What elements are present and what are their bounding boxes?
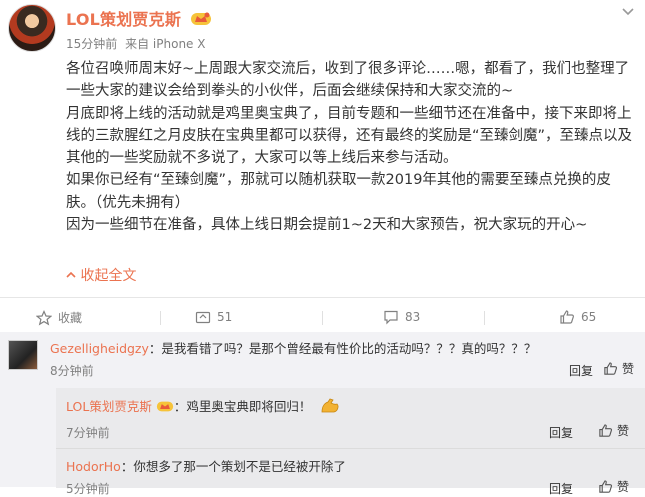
reply-text: ：鸡里奥宝典即将回归！ [173, 399, 312, 414]
comment-button[interactable]: 83 [383, 309, 420, 325]
post-content: 各位召唤师周末好~上周跟大家交流后，收到了很多评论……嗯，都看了，我们也整理了一… [66, 61, 633, 234]
like-label: 赞 [617, 424, 630, 438]
reply-list: LOL策划贾克斯 ：鸡里奥宝典即将回归！ 7分钟前 回复 赞 HodorHo：你… [56, 388, 645, 496]
divider [56, 448, 645, 449]
chevron-up-icon [66, 271, 76, 278]
comment-icon [384, 310, 398, 325]
reply: HodorHo：你想多了那一个策划不是已经被开除了 [66, 456, 346, 475]
reply-button[interactable]: 回复 [549, 424, 573, 441]
like-button[interactable]: 赞 [603, 360, 634, 377]
collapse-button[interactable]: 收起全文 [66, 265, 136, 285]
comment-section: Gezelligheidgzy：是我看错了吗？是那个曾经最有性价比的活动吗？？？… [0, 332, 645, 496]
thumbs-up-icon [604, 362, 618, 375]
like-label: 赞 [622, 362, 635, 376]
action-bar: 收藏 51 83 65 [0, 305, 645, 333]
post-time[interactable]: 15分钟前 [66, 37, 117, 51]
forward-button[interactable]: 51 [195, 309, 232, 325]
divider [0, 297, 645, 298]
divider [484, 311, 485, 325]
commenter-name[interactable]: Gezelligheidgzy [50, 341, 149, 356]
like-count: 65 [581, 310, 597, 324]
comment-time: 8分钟前 [50, 364, 94, 378]
comment: Gezelligheidgzy：是我看错了吗？是那个曾经最有性价比的活动吗？？？… [50, 338, 536, 357]
collapse-label: 收起全文 [80, 268, 137, 284]
thumbs-up-icon [560, 310, 574, 324]
reply-button[interactable]: 回复 [569, 362, 593, 379]
divider [322, 311, 323, 325]
like-button[interactable]: 赞 [598, 422, 629, 439]
reply-button[interactable]: 回复 [549, 480, 573, 497]
flexed-biceps-icon [321, 398, 339, 413]
reply-time: 5分钟前 [66, 482, 110, 496]
chevron-down-icon[interactable] [621, 4, 635, 18]
comment-count: 83 [405, 310, 421, 324]
forward-icon [195, 311, 211, 324]
favorite-button[interactable]: 收藏 [36, 309, 82, 326]
vip-crown-icon [190, 12, 211, 25]
replier-name[interactable]: LOL策划贾克斯 [66, 399, 152, 414]
reply-text: ：你想多了那一个策划不是已经被开除了 [120, 459, 346, 474]
post-source: 来自 iPhone X [125, 37, 206, 51]
like-button[interactable]: 65 [559, 309, 596, 325]
reply: LOL策划贾克斯 ：鸡里奥宝典即将回归！ [66, 396, 341, 415]
vip-crown-icon [156, 401, 173, 412]
comment-text: ：是我看错了吗？是那个曾经最有性价比的活动吗？？？真的吗？？？ [148, 341, 537, 356]
commenter-avatar[interactable] [8, 340, 38, 370]
forward-count: 51 [217, 310, 233, 324]
author-avatar[interactable] [8, 4, 56, 52]
post-meta: 15分钟前 来自 iPhone X [66, 35, 209, 52]
replier-name[interactable]: HodorHo [66, 459, 121, 474]
thumbs-up-icon [599, 424, 613, 437]
weibo-post: LOL策划贾克斯 15分钟前 来自 iPhone X 各位召唤师周末好~上周跟大… [0, 0, 645, 300]
author-name[interactable]: LOL策划贾克斯 [66, 10, 181, 29]
favorite-label: 收藏 [58, 311, 83, 325]
star-icon [36, 309, 52, 325]
divider [160, 311, 161, 325]
author-line: LOL策划贾克斯 [66, 6, 212, 30]
reply-time: 7分钟前 [66, 426, 110, 440]
